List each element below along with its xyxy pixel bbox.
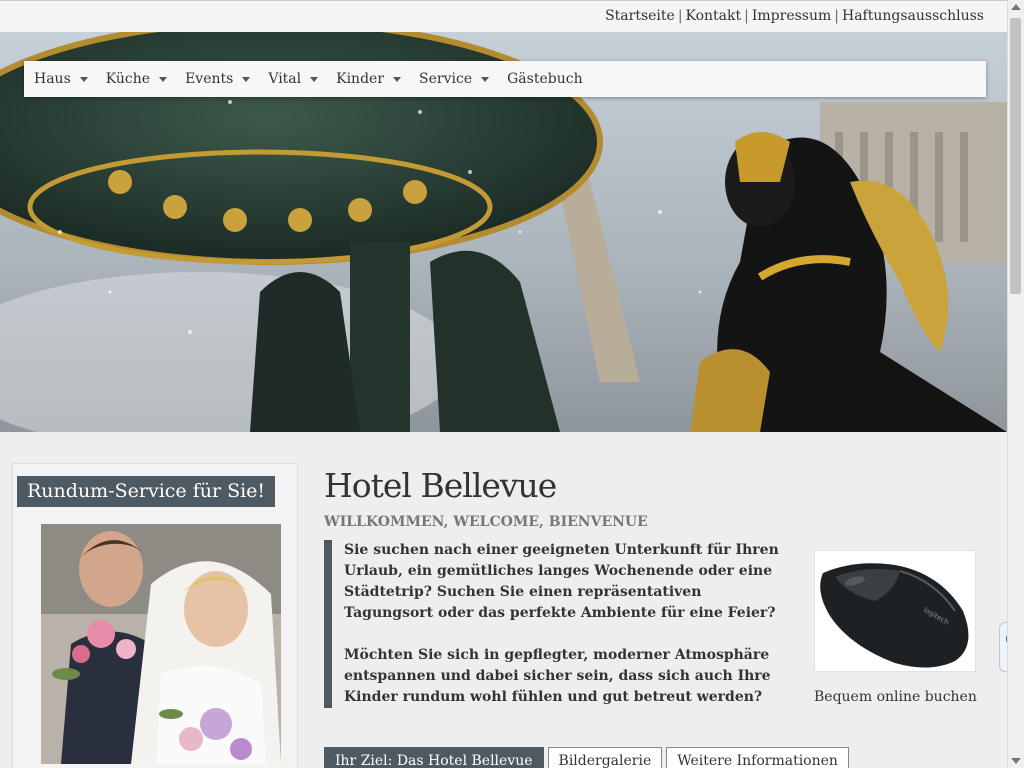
- nav-item-haus[interactable]: Haus: [34, 71, 88, 87]
- scrollbar-thumb[interactable]: [1010, 18, 1021, 294]
- booking-caption[interactable]: Bequem online buchen: [814, 689, 977, 705]
- online-booking-image[interactable]: logitech: [814, 550, 976, 672]
- scroll-down-arrow-icon[interactable]: [1011, 758, 1021, 764]
- caret-down-icon: [481, 76, 490, 82]
- top-link-haftungsausschluss[interactable]: Haftungsausschluss: [842, 8, 984, 24]
- intro-paragraph: Sie suchen nach einer geeigneten Unterku…: [344, 542, 779, 621]
- nav-item-kinder[interactable]: Kinder: [336, 71, 402, 87]
- sidebar: Rundum-Service für Sie!: [12, 463, 298, 768]
- nav-item-vital[interactable]: Vital: [268, 71, 319, 87]
- sidebar-title: Rundum-Service für Sie!: [17, 476, 275, 507]
- top-link-separator: |: [744, 8, 749, 24]
- top-link-kontakt[interactable]: Kontakt: [686, 8, 742, 24]
- top-links: Startseite | Kontakt | Impressum | Haftungsaus…: [605, 8, 984, 24]
- tab-bildergalerie[interactable]: Bildergalerie: [547, 747, 663, 768]
- top-link-separator: |: [677, 8, 683, 24]
- page: Startseite | Kontakt | Impressum | Haftungsaus…: [0, 0, 1007, 768]
- wedding-couple-illustration: [41, 524, 281, 764]
- caret-down-icon: [159, 76, 168, 82]
- nav-item-service[interactable]: Service: [419, 71, 490, 87]
- page-title: Hotel Bellevue: [324, 466, 557, 505]
- nav-item-gaestebuch[interactable]: Gästebuch: [507, 71, 582, 87]
- caret-down-icon: [242, 76, 251, 82]
- scroll-up-arrow-icon[interactable]: [1011, 4, 1021, 10]
- content-tabs: Ihr Ziel: Das Hotel Bellevue Bildergaler…: [324, 747, 853, 768]
- computer-mouse-icon: logitech: [815, 551, 975, 671]
- intro-quote: Sie suchen nach einer geeigneten Unterku…: [324, 540, 794, 708]
- nav-item-label: Küche: [105, 71, 151, 87]
- nav-item-kueche[interactable]: Küche: [105, 71, 168, 87]
- top-link-separator: |: [834, 8, 839, 24]
- wedding-photo: [41, 524, 281, 764]
- tab-weitere-informationen[interactable]: Weitere Informationen: [666, 747, 849, 768]
- top-bar: Startseite | Kontakt | Impressum | Haftungsaus…: [0, 0, 1007, 32]
- caret-down-icon: [310, 76, 319, 82]
- nav-item-events[interactable]: Events: [185, 71, 251, 87]
- nav-item-label: Service: [419, 71, 473, 87]
- page-scrollbar[interactable]: [1007, 0, 1024, 768]
- caret-down-icon: [79, 76, 88, 82]
- nav-item-label: Haus: [34, 71, 71, 87]
- nav-item-label: Kinder: [336, 71, 385, 87]
- top-link-startseite[interactable]: Startseite: [605, 8, 675, 24]
- main-navigation: Haus Küche Events Vital Kinder Service G…: [24, 61, 986, 97]
- intro-paragraph: Möchten Sie sich in gepflegter, moderner…: [344, 647, 771, 705]
- nav-item-label: Vital: [268, 71, 302, 87]
- caret-down-icon: [393, 76, 402, 82]
- top-link-impressum[interactable]: Impressum: [752, 8, 831, 24]
- page-subtitle: WILLKOMMEN, WELCOME, BIENVENUE: [324, 514, 648, 530]
- nav-item-label: Gästebuch: [507, 71, 583, 87]
- tab-hotel-bellevue[interactable]: Ihr Ziel: Das Hotel Bellevue: [324, 747, 544, 768]
- nav-item-label: Events: [185, 71, 234, 87]
